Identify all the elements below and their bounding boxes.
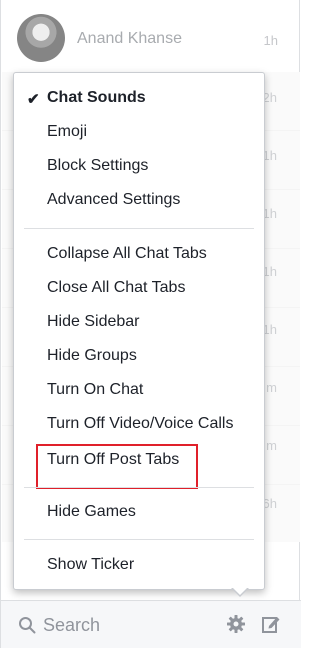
- menu-item-hide-sidebar[interactable]: Hide Sidebar: [14, 305, 264, 339]
- menu-item-label: Collapse All Chat Tabs: [47, 245, 207, 262]
- menu-item-show-ticker[interactable]: Show Ticker: [14, 548, 264, 582]
- menu-item-label: Turn Off Video/Voice Calls: [47, 415, 234, 432]
- menu-item-label: Advanced Settings: [47, 191, 181, 208]
- menu-item-block-settings[interactable]: Block Settings: [14, 149, 264, 183]
- search-icon: [19, 617, 36, 634]
- contact-time: 1h: [263, 33, 278, 48]
- menu-item-close-all-chat-tabs[interactable]: Close All Chat Tabs: [14, 271, 264, 305]
- menu-item-chat-sounds[interactable]: ✔ Chat Sounds: [14, 81, 264, 115]
- menu-item-turn-on-chat[interactable]: Turn On Chat: [14, 373, 264, 407]
- compose-icon[interactable]: [261, 614, 281, 634]
- chat-bottom-bar: [1, 600, 301, 648]
- menu-item-label: Chat Sounds: [47, 89, 146, 106]
- menu-item-label: Close All Chat Tabs: [47, 279, 186, 296]
- contact-time: m: [266, 380, 277, 395]
- menu-item-label: Turn On Chat: [47, 381, 144, 398]
- chat-options-menu: ✔ Chat Sounds Emoji Block Settings Advan…: [13, 72, 265, 590]
- search-input[interactable]: [43, 611, 203, 639]
- menu-divider: [24, 228, 254, 229]
- menu-item-label: Block Settings: [47, 157, 149, 174]
- chat-sidebar: Anand Khanse 1h 2h 1h 1h 1h 1h m m 6h ✔ …: [0, 0, 301, 648]
- contact-row[interactable]: Anand Khanse 1h: [2, 0, 300, 62]
- contact-name: Anand Khanse: [77, 30, 182, 47]
- avatar: [17, 14, 65, 62]
- highlight-annotation: [36, 444, 198, 489]
- menu-item-label: Hide Games: [47, 503, 136, 520]
- menu-divider: [24, 539, 254, 540]
- menu-item-label: Show Ticker: [47, 556, 135, 573]
- menu-item-emoji[interactable]: Emoji: [14, 115, 264, 149]
- menu-divider: [24, 487, 254, 488]
- menu-item-hide-groups[interactable]: Hide Groups: [14, 339, 264, 373]
- menu-item-label: Hide Groups: [47, 347, 137, 364]
- contact-time: m: [266, 438, 277, 453]
- menu-pointer: [231, 587, 249, 597]
- menu-item-hide-games[interactable]: Hide Games: [14, 495, 264, 529]
- gear-icon[interactable]: [226, 614, 246, 634]
- menu-item-advanced-settings[interactable]: Advanced Settings: [14, 183, 264, 217]
- menu-item-collapse-all-chat-tabs[interactable]: Collapse All Chat Tabs: [14, 237, 264, 271]
- menu-item-label: Hide Sidebar: [47, 313, 140, 330]
- menu-item-label: Emoji: [47, 123, 88, 140]
- menu-item-turn-off-video-voice-calls[interactable]: Turn Off Video/Voice Calls: [14, 407, 264, 441]
- checkmark-icon: ✔: [27, 91, 40, 108]
